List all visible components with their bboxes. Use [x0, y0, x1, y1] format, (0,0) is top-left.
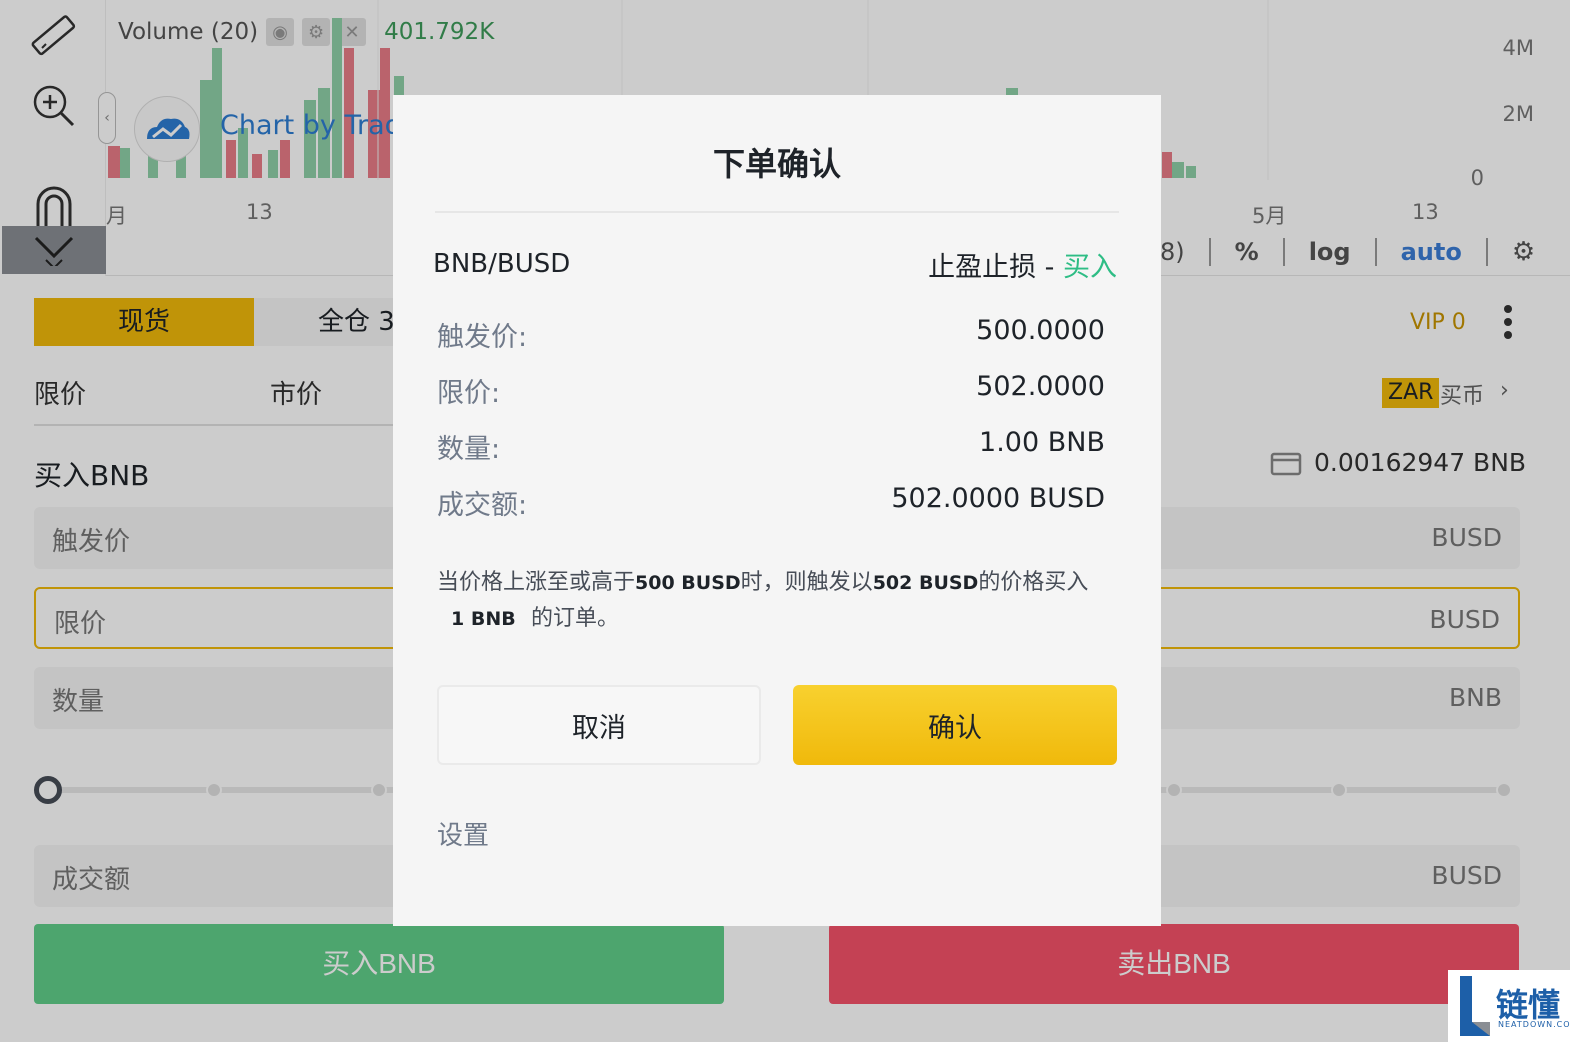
detail-value: 502.0000	[976, 371, 1105, 402]
note-trigger-price: 500 BUSD	[635, 572, 741, 594]
note-quantity: 1 BNB	[451, 608, 516, 630]
confirm-button[interactable]: 确认	[793, 685, 1117, 765]
detail-row-limit-price: 限价: 502.0000	[437, 371, 1105, 411]
detail-value: 500.0000	[976, 315, 1105, 346]
trading-pair: BNB/BUSD	[433, 249, 571, 279]
order-description: 当价格上涨至或高于500 BUSD时，则触发以502 BUSD的价格买入 1 BN…	[437, 565, 1117, 637]
cancel-button[interactable]: 取消	[437, 685, 761, 765]
divider	[435, 211, 1119, 213]
dialog-title: 下单确认	[712, 145, 841, 183]
note-text: 的价格买入	[978, 570, 1089, 595]
note-limit-price: 502 BUSD	[872, 572, 979, 594]
order-side: 买入	[1063, 252, 1117, 283]
watermark-logo: 链懂 NEATDOWN.COM	[1448, 970, 1570, 1042]
settings-link[interactable]: 设置	[437, 815, 489, 852]
detail-row-quantity: 数量: 1.00 BNB	[437, 427, 1105, 467]
order-type-summary: 止盈止损 - 买入	[928, 245, 1117, 284]
detail-value: 502.0000 BUSD	[891, 483, 1105, 514]
detail-value: 1.00 BNB	[979, 427, 1105, 458]
detail-key: 限价:	[437, 378, 501, 409]
detail-key: 数量:	[437, 434, 501, 465]
logo-mark-icon	[1460, 976, 1490, 1036]
detail-row-trigger-price: 触发价: 500.0000	[437, 315, 1105, 355]
order-confirm-dialog: 下单确认 BNB/BUSD 止盈止损 - 买入 触发价: 500.0000 限价…	[393, 95, 1161, 926]
order-type: 止盈止损 -	[928, 252, 1063, 283]
detail-key: 成交额:	[437, 490, 528, 521]
detail-row-total: 成交额: 502.0000 BUSD	[437, 483, 1105, 523]
note-text: 时，则触发以	[740, 570, 873, 595]
detail-key: 触发价:	[437, 322, 528, 353]
note-text: 当价格上涨至或高于	[437, 570, 636, 595]
note-text: 的订单。	[531, 606, 620, 631]
watermark-subtext: NEATDOWN.COM	[1498, 1020, 1570, 1029]
note-line: 1 BNB 的订单。	[437, 601, 1117, 637]
